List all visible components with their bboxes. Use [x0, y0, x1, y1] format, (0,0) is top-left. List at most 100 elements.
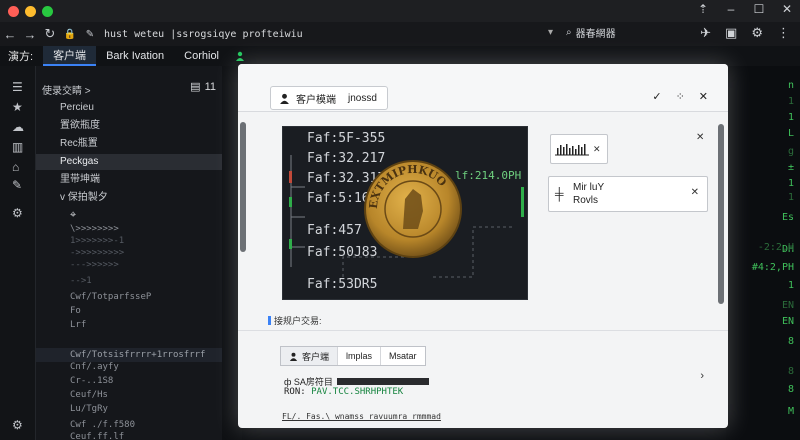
- books-icon[interactable]: ▥: [12, 140, 23, 154]
- info-card[interactable]: ╪ Mir luY Rovls ✕: [548, 176, 708, 212]
- tab-label: Msatar: [389, 351, 417, 361]
- code-line: 1: [787, 280, 794, 291]
- tree-line[interactable]: Ceuf.ff.lf: [70, 432, 124, 440]
- image-preview[interactable]: Faf:5F-355 Faf:32.217 Faf:32.317 Faf:5:1…: [282, 126, 528, 300]
- more-icon[interactable]: ⋮: [777, 25, 790, 41]
- card-close-icon[interactable]: ✕: [593, 144, 601, 155]
- close-icon[interactable]: ✕: [780, 2, 794, 16]
- code-line: -2:2,H: [757, 242, 794, 253]
- address-bar: ← → ↻ 🔒 ✎ hust weteu |ssrogsiqye proftei…: [0, 22, 800, 46]
- tab-label: 客户端: [302, 351, 330, 362]
- check-circle-icon[interactable]: ✓: [652, 90, 661, 103]
- close-icon[interactable]: ✕: [691, 187, 699, 198]
- tab-bark-ivation[interactable]: Bark Ivation: [96, 46, 174, 66]
- tree-line[interactable]: Cr-..1S8: [70, 376, 113, 386]
- minimize-dot[interactable]: [25, 5, 36, 17]
- tab-corhiol[interactable]: Corhiol: [174, 46, 229, 66]
- section-marker: [268, 316, 271, 325]
- detail-row-link[interactable]: FL/. Fas.\ wnamss ravuumra rmmmad: [282, 412, 441, 421]
- tree-line[interactable]: Cwf/TotparfsseP: [70, 292, 151, 302]
- tree-line[interactable]: Lu/TgRy: [70, 404, 108, 414]
- chevron-right-icon[interactable]: ›: [700, 370, 704, 382]
- highlighted-line[interactable]: Cwf/Totsisfrrrr+1rrosfrrf: [36, 348, 222, 362]
- chevron-down-icon[interactable]: ▾: [548, 27, 553, 38]
- section-label: 接规户交易:: [268, 314, 322, 327]
- chart-card[interactable]: ✕: [550, 134, 608, 164]
- close-dot[interactable]: [8, 5, 19, 17]
- pin-icon[interactable]: ⌖: [70, 208, 76, 222]
- star-icon[interactable]: ★: [12, 100, 23, 114]
- left-scrollbar[interactable]: [240, 122, 246, 252]
- right-scrollbar[interactable]: [718, 124, 724, 304]
- sidebar-item-4[interactable]: 里带坤端: [36, 172, 222, 188]
- close-icon[interactable]: ✕: [696, 132, 704, 143]
- sidebar-item-2[interactable]: Rec瓶置: [36, 136, 222, 152]
- detail-row-key: RON:: [284, 387, 306, 397]
- code-line: EN: [781, 300, 794, 311]
- tree-line[interactable]: Lrf: [70, 320, 86, 330]
- settings-bottom-icon[interactable]: ⚙: [12, 418, 23, 432]
- sidebar-item-packages[interactable]: Peckgas: [36, 154, 222, 170]
- tab-msatar[interactable]: Msatar: [381, 347, 425, 365]
- tree-line: \>>>>>>>>: [70, 224, 119, 234]
- back-icon[interactable]: ←: [0, 27, 20, 42]
- search-text: 器春網器: [575, 29, 616, 40]
- tree-line: 1>>>>>>>-1: [70, 236, 125, 246]
- tree-line[interactable]: Ceuf/Hs: [70, 390, 108, 400]
- url-text[interactable]: hust weteu |ssrogsiqye profteiwiu: [104, 29, 303, 40]
- user-icon: [280, 93, 289, 104]
- activity-rail: ☰ ★ ☁ ▥ ⌂ ✎ ⚙ ⚙: [0, 66, 36, 440]
- reload-icon[interactable]: ↻: [40, 26, 60, 42]
- sidebar-item-1[interactable]: 置欲瓶度: [36, 118, 222, 134]
- tab-client-lower[interactable]: 客户端: [281, 347, 339, 365]
- forward-icon[interactable]: →: [20, 27, 40, 42]
- tree-line: --->>>>>>: [70, 260, 119, 270]
- redacted-value: [336, 378, 429, 385]
- tree-line[interactable]: Cnf/.ayfy: [70, 362, 119, 372]
- info-card-title: Mir luY: [573, 182, 605, 193]
- tab-label: lmplas: [346, 351, 373, 361]
- user-icon[interactable]: [229, 46, 251, 66]
- code-line: n: [787, 80, 794, 91]
- pin-icon[interactable]: ⇡: [696, 2, 710, 16]
- highlighted-line-text: Cwf/Totsisfrrrr+1rrosfrrf: [70, 350, 206, 360]
- split-icon: ╪: [555, 187, 564, 201]
- dialog-tab[interactable]: 客户模端 jnossd: [270, 86, 388, 110]
- list-icon[interactable]: ☰: [12, 80, 23, 94]
- document-icon: ▤: [190, 81, 201, 93]
- code-line: EN: [781, 316, 794, 327]
- tab-0[interactable]: 演方:: [0, 46, 43, 66]
- tab-client[interactable]: 客户端: [43, 46, 97, 66]
- tree-line: -->1: [70, 276, 92, 286]
- tree-line[interactable]: Cwf ./f.f580: [70, 420, 135, 430]
- restore-icon[interactable]: ☐: [752, 2, 766, 16]
- tools-icon[interactable]: ✎: [80, 29, 100, 40]
- right-code-pane: n 1 1 Lg ±1 1 Es DH -2:2,H #4:2,PH 1 EN EN 8 8 8 M: [726, 66, 800, 440]
- sidebar-item-5[interactable]: v 保拍製夕: [36, 190, 222, 206]
- code-line: ±: [787, 162, 794, 173]
- title-bar: ⇡ – ☐ ✕: [0, 0, 800, 22]
- code-line: 1: [787, 96, 794, 107]
- sidebar-header[interactable]: 使录交睛 >: [42, 82, 91, 97]
- tab-lmplas[interactable]: lmplas: [338, 347, 382, 365]
- sidebar-item-preview[interactable]: Percieu: [36, 100, 222, 116]
- gear-icon[interactable]: ⚙: [751, 25, 763, 41]
- home-icon[interactable]: ⌂: [12, 160, 19, 174]
- close-icon[interactable]: ✕: [699, 90, 708, 103]
- maximize-dot[interactable]: [42, 5, 53, 17]
- edit-icon[interactable]: ✎: [12, 178, 22, 192]
- grid-icon[interactable]: ⁘: [676, 90, 685, 103]
- divider: [238, 330, 728, 331]
- code-line: Faf:5F-355: [307, 131, 386, 146]
- settings-icon[interactable]: ⚙: [12, 206, 23, 220]
- code-line: 8: [787, 336, 794, 347]
- search-box[interactable]: ⌕ 器春網器: [566, 25, 616, 40]
- code-line: g: [787, 146, 794, 157]
- share-icon[interactable]: ✈: [700, 25, 711, 41]
- code-line: Es: [781, 212, 794, 223]
- cloud-icon[interactable]: ☁: [12, 120, 24, 134]
- extension-icon[interactable]: ▣: [725, 25, 737, 41]
- dialog-tab-label: 客户模端: [296, 94, 336, 106]
- tree-line[interactable]: Fo: [70, 306, 81, 316]
- minimize-icon[interactable]: –: [724, 2, 738, 16]
